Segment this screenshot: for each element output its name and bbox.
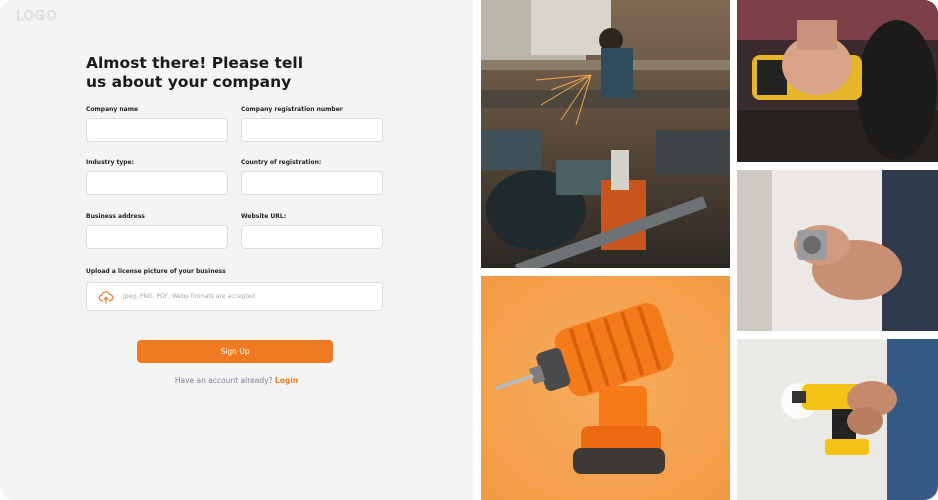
upload-label: Upload a license picture of your busines… <box>86 268 226 275</box>
website-url-label: Website URL: <box>241 213 287 220</box>
country-input[interactable] <box>241 171 383 195</box>
login-prompt: Have an account already? Login <box>0 376 473 385</box>
license-upload-dropzone[interactable]: Jpeg, PNG, PDF, Webp formats are accepte… <box>86 282 383 311</box>
upload-hint: Jpeg, PNG, PDF, Webp formats are accepte… <box>123 293 256 300</box>
orange-drill-photo <box>481 276 730 500</box>
login-link[interactable]: Login <box>275 376 298 385</box>
business-address-label: Business address <box>86 213 145 220</box>
page-title: Almost there! Please tell us about your … <box>86 54 304 91</box>
hands-tool-photo <box>737 170 938 331</box>
logo: LOGO <box>16 9 58 25</box>
country-label: Country of registration: <box>241 159 322 166</box>
registration-number-input[interactable] <box>241 118 383 142</box>
company-name-input[interactable] <box>86 118 228 142</box>
website-url-input[interactable] <box>241 225 383 249</box>
company-name-label: Company name <box>86 106 139 113</box>
workshop-photo <box>481 0 730 268</box>
yellow-drill-photo <box>737 339 938 500</box>
industry-type-label: Industry type: <box>86 159 135 166</box>
signup-page: LOGO Almost there! Please tell us about … <box>0 0 938 500</box>
business-address-input[interactable] <box>86 225 228 249</box>
industry-type-input[interactable] <box>86 171 228 195</box>
cloud-upload-icon <box>98 291 114 304</box>
registration-number-label: Company registration number <box>241 106 343 113</box>
login-prompt-text: Have an account already? <box>174 376 273 385</box>
tool-belt-photo <box>737 0 938 162</box>
form-panel: LOGO Almost there! Please tell us about … <box>0 0 473 500</box>
sign-up-button[interactable]: Sign Up <box>137 340 333 363</box>
